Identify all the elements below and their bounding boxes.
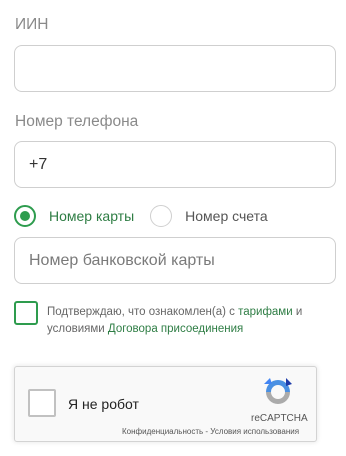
tariffs-link[interactable]: тарифами [238,306,293,318]
phone-value: +7 [29,155,48,173]
recaptcha-links: Конфиденциальность - Условия использован… [122,427,299,436]
consent-checkbox[interactable] [14,301,38,325]
card-number-input[interactable]: Номер банковской карты [14,237,336,284]
recaptcha-label: Я не робот [68,396,139,412]
recaptcha-logo-icon [264,378,292,404]
radio-account-label[interactable]: Номер счета [185,208,267,224]
phone-input[interactable]: +7 [14,141,336,188]
iin-label: ИИН [15,16,49,33]
recaptcha-privacy-link[interactable]: Конфиденциальность [122,427,203,436]
consent-text: Подтверждаю, что ознакомлен(а) с тарифам… [47,304,337,338]
agreement-link[interactable]: Договора присоединения [108,323,243,335]
recaptcha-checkbox[interactable] [28,389,56,417]
phone-label: Номер телефона [15,113,139,130]
consent-text-before: Подтверждаю, что ознакомлен(а) с [47,306,239,318]
radio-card-label[interactable]: Номер карты [49,208,134,224]
card-number-placeholder: Номер банковской карты [29,251,215,269]
payment-type-radio-group: Номер карты Номер счета [14,204,268,228]
radio-card[interactable] [14,205,36,227]
recaptcha-terms-link[interactable]: Условия использования [210,427,299,436]
recaptcha-brand: reCAPTCHA [251,413,308,424]
recaptcha-widget: Я не робот reCAPTCHA Конфиденциальность … [14,366,317,442]
radio-account[interactable] [150,205,173,227]
iin-input[interactable] [14,45,336,92]
